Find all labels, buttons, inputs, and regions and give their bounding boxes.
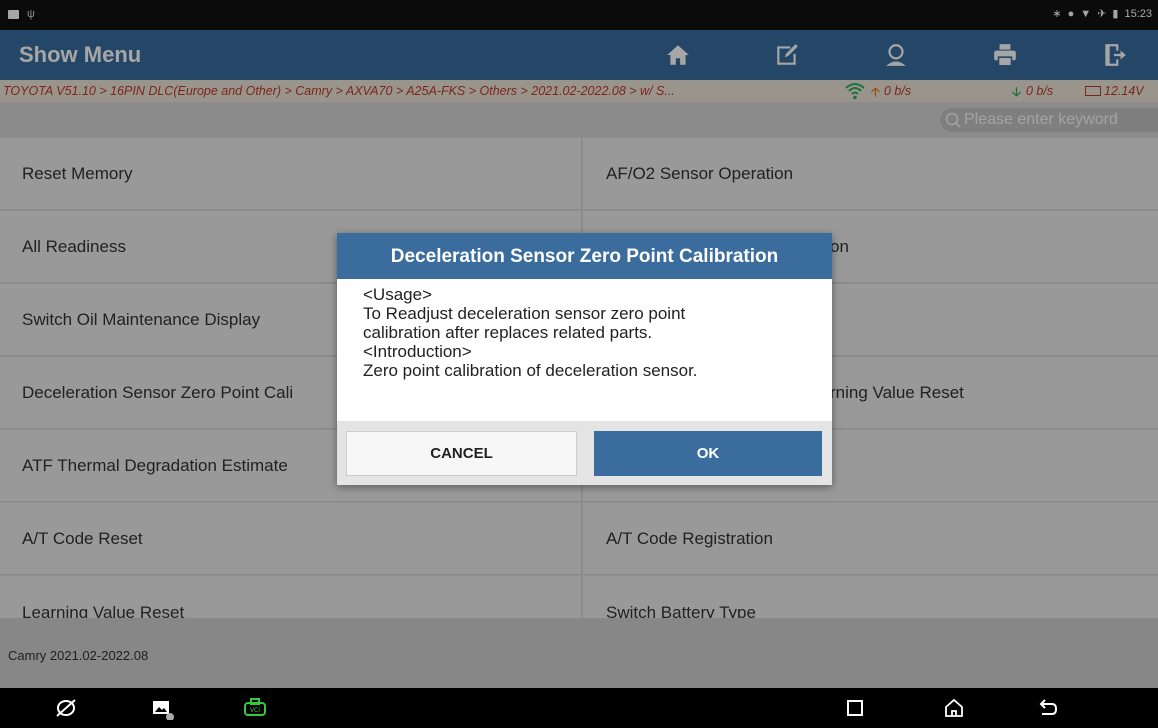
dialog-body: <Usage> To Readjust deceleration sensor … — [363, 285, 823, 380]
back-icon[interactable] — [1036, 696, 1060, 720]
svg-text:VCI: VCI — [250, 707, 260, 714]
home-nav-icon[interactable] — [942, 696, 966, 720]
dialog-line: <Introduction> — [363, 342, 472, 361]
modal-overlay: Deceleration Sensor Zero Point Calibrati… — [0, 0, 1158, 688]
dialog-line: calibration after replaces related parts… — [363, 323, 653, 342]
ok-button[interactable]: OK — [594, 431, 822, 476]
dialog-button-bar: CANCEL OK — [337, 421, 832, 485]
gallery-icon[interactable] — [150, 696, 174, 720]
browser-icon[interactable] — [54, 696, 78, 720]
dialog-line: <Usage> — [363, 285, 432, 304]
dialog-title: Deceleration Sensor Zero Point Calibrati… — [337, 233, 832, 279]
recents-icon[interactable] — [843, 696, 867, 720]
calibration-dialog: Deceleration Sensor Zero Point Calibrati… — [337, 233, 832, 485]
dialog-line: Zero point calibration of deceleration s… — [363, 361, 698, 380]
system-nav-bar: VCI — [0, 688, 1158, 728]
dialog-line: To Readjust deceleration sensor zero poi… — [363, 304, 686, 323]
cancel-button[interactable]: CANCEL — [346, 431, 577, 476]
vci-connector-icon[interactable]: VCI — [243, 696, 267, 720]
